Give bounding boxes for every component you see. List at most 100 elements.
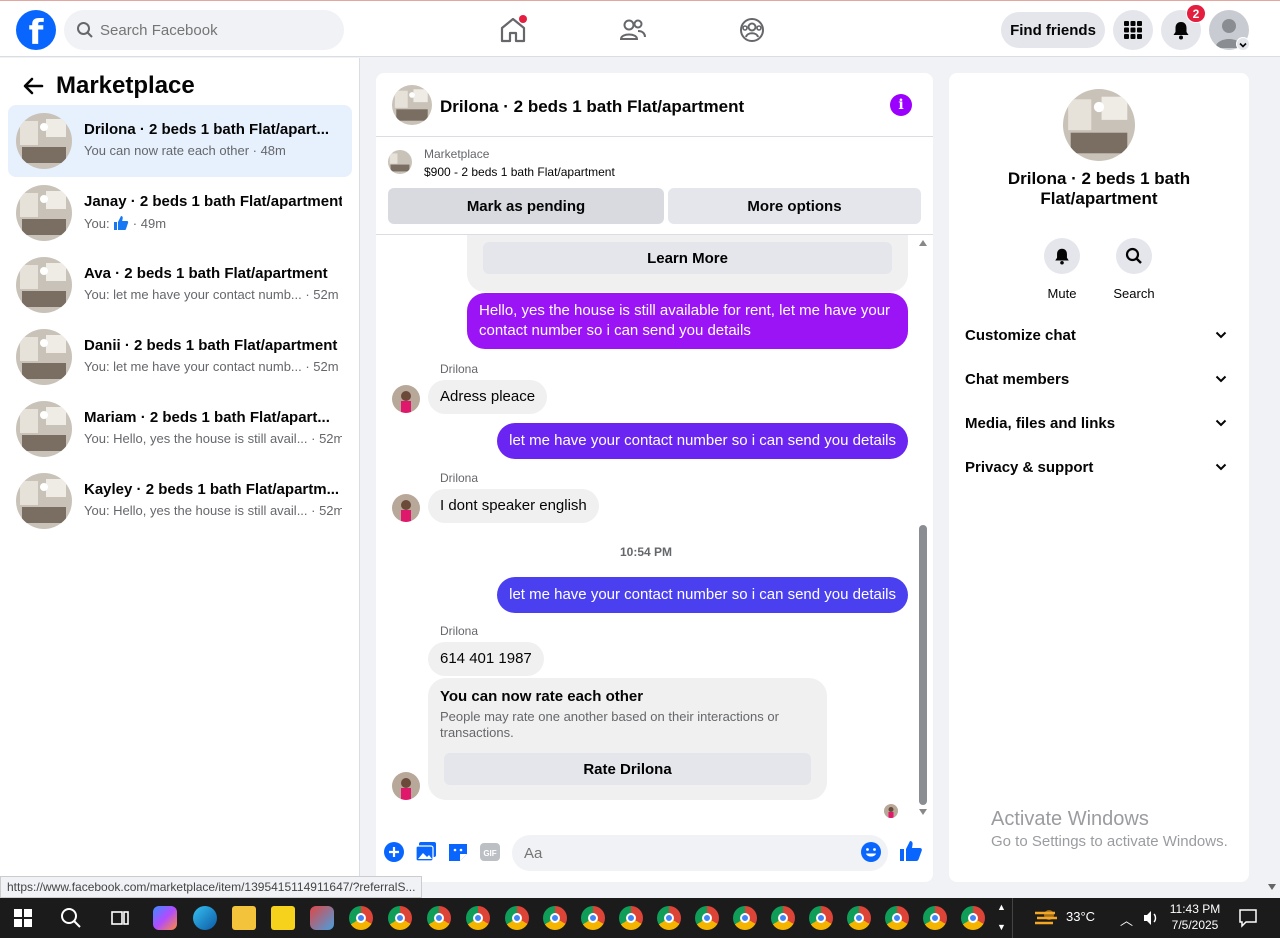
back-arrow-icon[interactable] <box>22 76 44 96</box>
notification-center-icon[interactable] <box>1238 908 1258 928</box>
chrome-profile-icon[interactable] <box>961 906 985 930</box>
clock-date: 7/5/2025 <box>1171 918 1219 932</box>
privacy-support-row[interactable]: Privacy & support <box>957 445 1241 489</box>
conversation-item[interactable]: Danii · 2 beds 1 bath Flat/apartment You… <box>8 321 352 393</box>
account-chevron-down-icon[interactable] <box>1236 37 1250 51</box>
learn-more-button[interactable]: Learn More <box>483 242 892 274</box>
contact-avatar[interactable] <box>392 385 420 413</box>
menu-button[interactable] <box>1113 10 1153 50</box>
sticker-icon[interactable] <box>447 841 469 863</box>
thumbs-up-icon[interactable] <box>899 839 923 863</box>
search-box[interactable] <box>64 10 344 50</box>
emoji-icon[interactable] <box>860 841 882 863</box>
rate-user-button[interactable]: Rate Drilona <box>444 753 811 785</box>
mute-button[interactable]: Mute <box>1034 238 1090 301</box>
taskbar-clock[interactable]: 11:43 PM 7/5/2025 <box>1160 901 1230 933</box>
chrome-profile-icon[interactable] <box>505 906 529 930</box>
preview-prefix: You: <box>84 216 110 231</box>
chrome-profile-icon[interactable] <box>581 906 605 930</box>
scroll-up-icon[interactable] <box>919 240 927 246</box>
chrome-profile-icon[interactable] <box>619 906 643 930</box>
listing-avatar[interactable] <box>1063 89 1135 161</box>
chrome-icon[interactable] <box>349 906 373 930</box>
conversation-preview: You: let me have your contact numb... · … <box>84 287 339 302</box>
chrome-profile-icon[interactable] <box>885 906 909 930</box>
photo-icon[interactable] <box>415 841 437 863</box>
mark-as-pending-button[interactable]: Mark as pending <box>388 188 664 224</box>
customize-chat-row[interactable]: Customize chat <box>957 313 1241 357</box>
chrome-profile-icon[interactable] <box>809 906 833 930</box>
chrome-profile-icon[interactable] <box>427 906 451 930</box>
contact-avatar[interactable] <box>392 494 420 522</box>
message-input[interactable] <box>512 835 888 871</box>
facebook-logo-icon[interactable]: f <box>16 10 56 50</box>
chrome-profile-icon[interactable] <box>733 906 757 930</box>
home-notification-dot <box>519 15 527 23</box>
contact-avatar[interactable] <box>392 772 420 800</box>
watermark-subtitle: Go to Settings to activate Windows. <box>991 833 1228 850</box>
conversation-item[interactable]: Ava · 2 beds 1 bath Flat/apartment You: … <box>8 249 352 321</box>
plus-icon[interactable] <box>383 841 405 863</box>
listing-thumbnail <box>16 329 72 385</box>
windows-start-icon[interactable] <box>14 909 32 927</box>
page-scroll-down-icon[interactable] <box>1268 884 1276 890</box>
edge-browser-icon[interactable] <box>193 906 217 930</box>
copilot-icon[interactable] <box>153 906 177 930</box>
file-explorer-icon[interactable] <box>232 906 256 930</box>
info-icon[interactable]: i <box>890 94 912 116</box>
weather-icon[interactable] <box>1033 907 1059 929</box>
search-in-chat-button[interactable]: Search <box>1106 238 1162 301</box>
conversation-preview: You: · 49m <box>84 215 342 231</box>
chat-members-row[interactable]: Chat members <box>957 357 1241 401</box>
like-icon <box>114 216 129 230</box>
listing-price[interactable]: $900 - 2 beds 1 bath Flat/apartment <box>424 165 615 179</box>
chat-title[interactable]: Drilona · 2 beds 1 bath Flat/apartment <box>440 97 744 117</box>
scroll-thumb[interactable] <box>919 525 927 805</box>
conversation-item[interactable]: Drilona · 2 beds 1 bath Flat/apart... Yo… <box>8 105 352 177</box>
listing-thumbnail[interactable] <box>392 85 432 125</box>
message-scrollbar[interactable] <box>916 235 930 822</box>
details-title: Drilona · 2 beds 1 bath Flat/apartment <box>1007 169 1191 208</box>
received-message[interactable]: I dont speaker english <box>428 489 599 523</box>
conversation-item[interactable]: Kayley · 2 beds 1 bath Flat/apartm... Yo… <box>8 465 352 537</box>
mute-circle[interactable] <box>1044 238 1080 274</box>
sent-message[interactable]: let me have your contact number so i can… <box>497 577 908 613</box>
media-files-links-row[interactable]: Media, files and links <box>957 401 1241 445</box>
activate-windows-watermark: Activate Windows Go to Settings to activ… <box>991 808 1228 850</box>
conversation-item[interactable]: Mariam · 2 beds 1 bath Flat/apart... You… <box>8 393 352 465</box>
sticky-notes-icon[interactable] <box>271 906 295 930</box>
gif-icon[interactable]: GIF <box>479 841 501 863</box>
sent-message[interactable]: Hello, yes the house is still available … <box>467 293 908 349</box>
taskbar-overflow-down-icon[interactable]: ▼ <box>997 922 1006 932</box>
weather-temperature[interactable]: 33°C <box>1066 909 1095 924</box>
scroll-down-icon[interactable] <box>919 809 927 815</box>
volume-icon[interactable] <box>1142 909 1160 927</box>
paint-icon[interactable] <box>310 906 334 930</box>
find-friends-button[interactable]: Find friends <box>1001 12 1105 48</box>
sent-message[interactable]: let me have your contact number so i can… <box>497 423 908 459</box>
chrome-profile-icon[interactable] <box>543 906 567 930</box>
tray-chevron-up-icon[interactable]: ︿ <box>1120 910 1133 929</box>
chrome-profile-icon[interactable] <box>923 906 947 930</box>
chrome-profile-icon[interactable] <box>657 906 681 930</box>
home-tab[interactable] <box>496 13 530 47</box>
listing-thumbnail <box>16 257 72 313</box>
chrome-profile-icon[interactable] <box>388 906 412 930</box>
search-circle[interactable] <box>1116 238 1152 274</box>
search-input[interactable] <box>100 10 330 50</box>
groups-tab[interactable] <box>735 13 769 47</box>
received-message[interactable]: Adress pleace <box>428 380 548 414</box>
friends-tab[interactable] <box>616 13 650 47</box>
received-message[interactable]: 614 401 1987 <box>428 642 544 676</box>
chrome-profile-icon[interactable] <box>695 906 719 930</box>
chrome-profile-icon[interactable] <box>847 906 871 930</box>
apps-grid-icon <box>1124 21 1142 39</box>
more-options-button[interactable]: More options <box>668 188 921 224</box>
task-view-icon[interactable] <box>110 908 130 928</box>
taskbar-overflow-up-icon[interactable]: ▲ <box>997 902 1006 912</box>
chrome-profile-icon[interactable] <box>771 906 795 930</box>
conversation-item[interactable]: Janay · 2 beds 1 bath Flat/apartment You… <box>8 177 352 249</box>
listing-thumbnail[interactable] <box>388 150 412 174</box>
taskbar-search-icon[interactable] <box>60 907 82 929</box>
chrome-profile-icon[interactable] <box>466 906 490 930</box>
